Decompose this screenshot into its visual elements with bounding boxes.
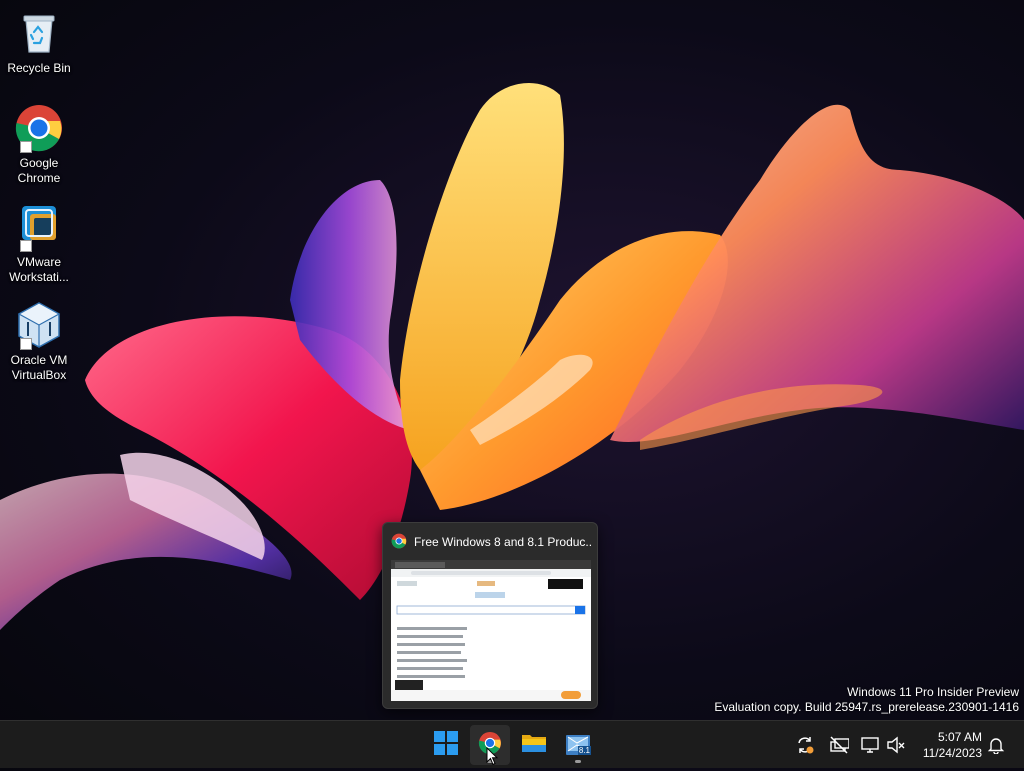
preview-header: Free Windows 8 and 8.1 Produc...: [391, 533, 591, 551]
vm-badge: 8.1: [577, 746, 591, 755]
desktop-icon-virtualbox[interactable]: Oracle VM VirtualBox: [4, 300, 74, 383]
preview-thumbnail[interactable]: [391, 560, 591, 701]
vm-window-icon: 8.1: [565, 733, 591, 757]
shortcut-arrow-icon: [20, 338, 32, 350]
chrome-window-preview[interactable]: Free Windows 8 and 8.1 Produc...: [382, 522, 598, 709]
running-indicator: [575, 760, 581, 763]
watermark-build: Evaluation copy. Build 25947.rs_prerelea…: [714, 700, 1019, 714]
watermark-edition: Windows 11 Pro Insider Preview: [847, 685, 1019, 699]
desktop-icon-recycle-bin[interactable]: Recycle Bin: [4, 8, 74, 76]
bell-icon[interactable]: [986, 735, 1006, 755]
taskbar-vm-button[interactable]: 8.1: [558, 725, 598, 765]
mouse-cursor-icon: [486, 746, 499, 771]
desktop-icon-label: Oracle VM VirtualBox: [10, 353, 68, 382]
chrome-icon: [14, 103, 64, 153]
network-off-icon[interactable]: [829, 735, 849, 755]
sync-icon[interactable]: [795, 735, 815, 755]
virtualbox-icon: [14, 300, 64, 350]
desktop-icon-label: Google Chrome: [17, 156, 61, 185]
clock-time: 5:07 AM: [937, 730, 982, 744]
chrome-icon: [391, 533, 407, 551]
preview-title: Free Windows 8 and 8.1 Produc...: [414, 535, 591, 549]
recycle-bin-icon: [14, 8, 64, 58]
desktop-icon-label: VMware Workstati...: [9, 255, 69, 284]
shortcut-arrow-icon: [20, 240, 32, 252]
display-icon[interactable]: [860, 735, 880, 755]
taskbar-clock[interactable]: 5:07 AM 11/24/2023: [923, 729, 982, 761]
vmware-icon: [14, 202, 64, 252]
taskbar-file-explorer-button[interactable]: [514, 725, 554, 765]
desktop-icon-label: Recycle Bin: [7, 61, 71, 75]
shortcut-arrow-icon: [20, 141, 32, 153]
clock-date: 11/24/2023: [922, 746, 982, 760]
taskbar: 8.1 5:07 AM 11/24/2023: [0, 720, 1024, 768]
desktop-icon-google-chrome[interactable]: Google Chrome: [4, 103, 74, 186]
volume-muted-icon[interactable]: [886, 735, 906, 755]
start-button[interactable]: [426, 725, 466, 765]
windows-start-icon: [434, 730, 458, 760]
desktop-icon-vmware[interactable]: VMware Workstati...: [4, 202, 74, 285]
evaluation-watermark: Windows 11 Pro Insider Preview Evaluatio…: [714, 685, 1019, 715]
folder-icon: [521, 732, 547, 759]
